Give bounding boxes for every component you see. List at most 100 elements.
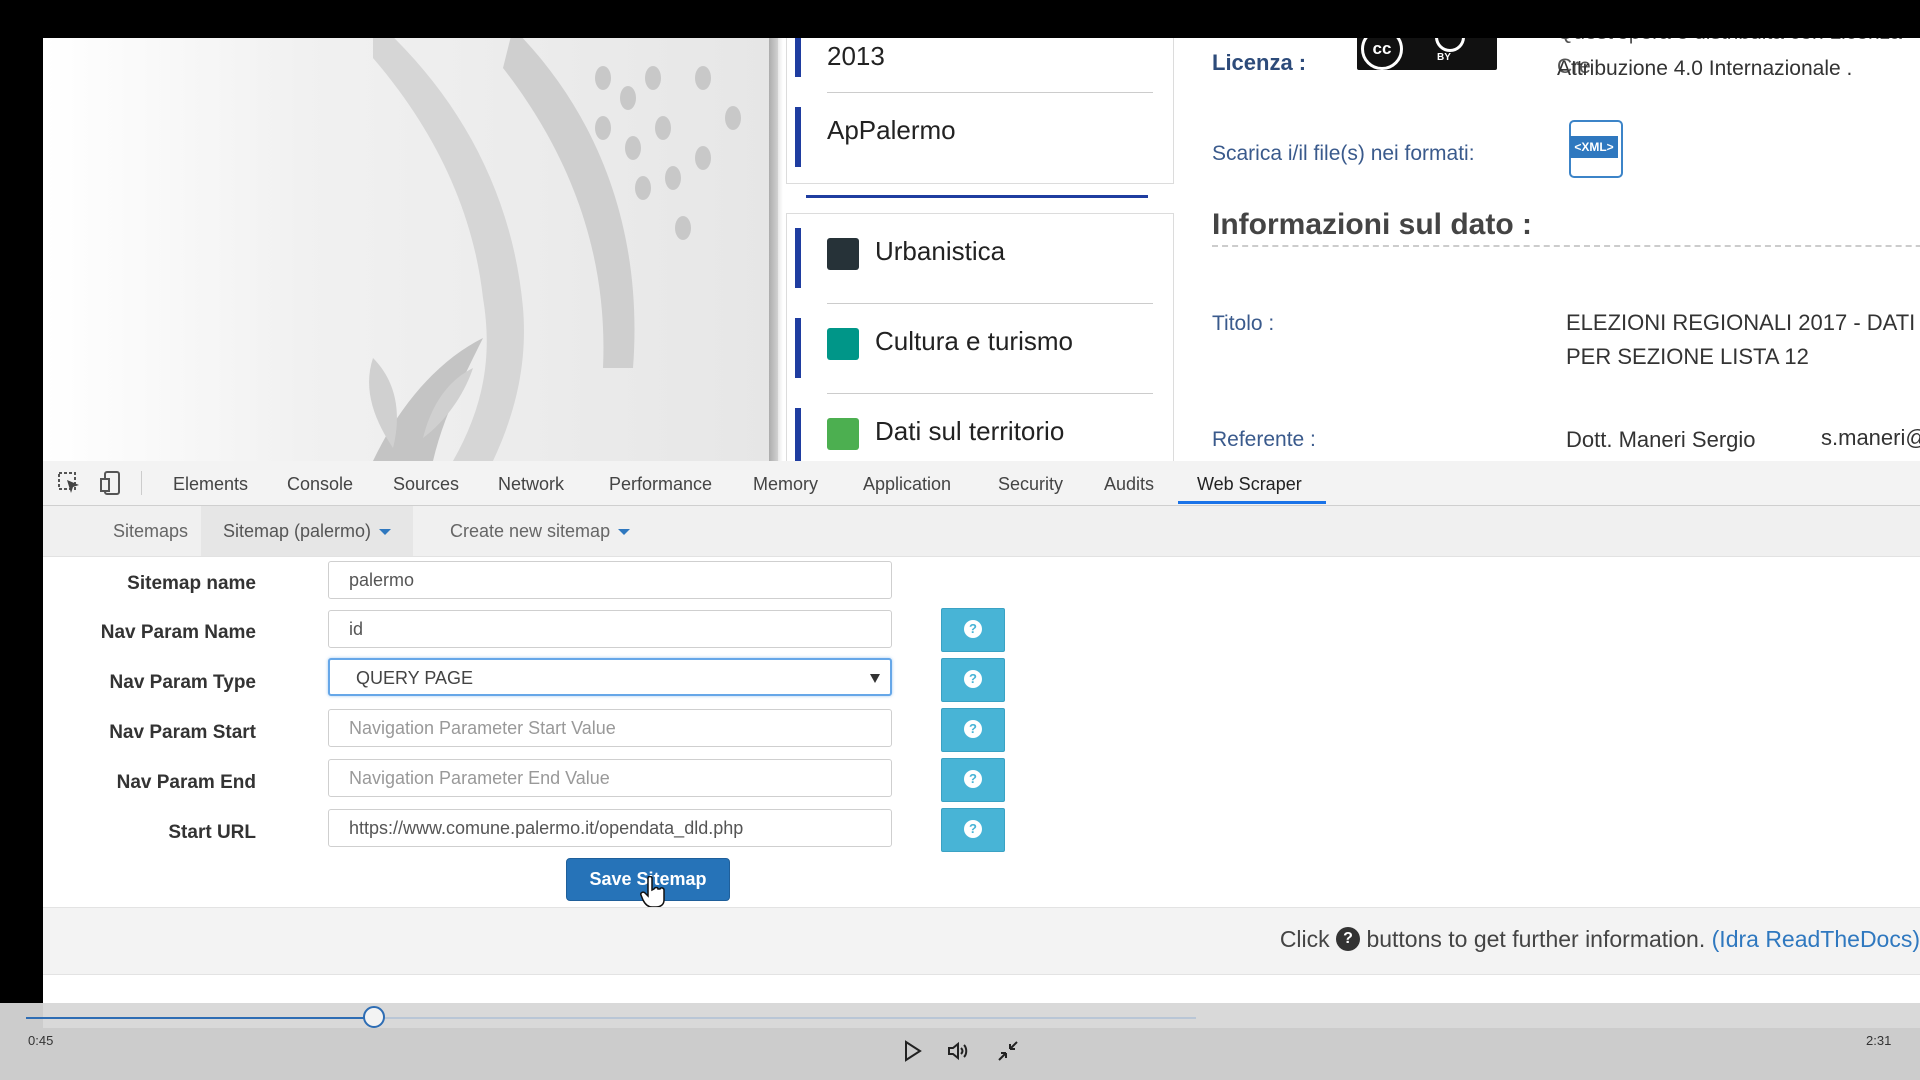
tab-web-scraper[interactable]: Web Scraper xyxy=(1197,474,1302,495)
question-icon: ? xyxy=(964,770,982,788)
titolo-label: Titolo : xyxy=(1212,312,1275,335)
sidebar-item-marker xyxy=(795,107,801,167)
titolo-value-line1: ELEZIONI REGIONALI 2017 - DATI F xyxy=(1566,310,1920,335)
sidebar-divider xyxy=(806,195,1148,198)
sidebar-list-upper: 2013 ApPalermo xyxy=(786,38,1174,184)
device-toolbar-icon[interactable] xyxy=(99,471,125,495)
scraper-nav: Sitemaps Sitemap (palermo) Create new si… xyxy=(43,506,1920,557)
start-url-label: Start URL xyxy=(168,822,256,843)
nav-param-type-label: Nav Param Type xyxy=(109,672,256,693)
inspect-element-icon[interactable] xyxy=(57,471,83,495)
nav-sitemaps-label: Sitemaps xyxy=(113,521,189,541)
license-label: Licenza : xyxy=(1212,50,1307,75)
titolo-value-line2: PER SEZIONE LISTA 12 xyxy=(1566,344,1809,369)
category-cultura-turismo[interactable]: Cultura e turismo xyxy=(787,304,1173,394)
help-button-nav-param-name[interactable]: ? xyxy=(941,608,1005,652)
readthedocs-link[interactable]: (Idra ReadTheDocs) xyxy=(1712,926,1920,952)
help-button-nav-param-type[interactable]: ? xyxy=(941,658,1005,702)
referente-email[interactable]: s.maneri@co xyxy=(1821,421,1920,455)
help-button-nav-param-end[interactable]: ? xyxy=(941,758,1005,802)
nav-param-name-input[interactable]: id xyxy=(328,610,892,648)
heading-underline xyxy=(1212,245,1920,247)
xml-download-icon[interactable]: <XML> xyxy=(1569,120,1623,178)
sidebar-item[interactable]: ApPalermo xyxy=(787,93,1173,183)
start-url-input[interactable]: https://www.comune.palermo.it/opendata_d… xyxy=(328,809,892,847)
help-footer-text: Click ? buttons to get further informati… xyxy=(1280,926,1920,953)
xml-icon-label: <XML> xyxy=(1570,136,1618,158)
tab-performance[interactable]: Performance xyxy=(609,474,712,495)
tab-security[interactable]: Security xyxy=(998,474,1063,495)
tab-elements[interactable]: Elements xyxy=(173,474,248,495)
category-label: Dati sul territorio xyxy=(875,416,1065,446)
tab-application[interactable]: Application xyxy=(863,474,951,495)
info-heading: Informazioni sul dato : xyxy=(1212,208,1532,241)
question-icon: ? xyxy=(964,620,982,638)
dataset-info-panel: Licenza : cc BY Quest'opera è distribuit… xyxy=(1170,38,1920,461)
nav-param-end-label: Nav Param End xyxy=(116,772,256,793)
help-button-start-url[interactable]: ? xyxy=(941,808,1005,852)
question-icon: ? xyxy=(964,720,982,738)
nav-create-label: Create new sitemap xyxy=(450,521,611,541)
referente-name: Dott. Maneri Sergio xyxy=(1566,427,1756,452)
footer-middle: buttons to get further information. xyxy=(1366,926,1706,952)
category-color-square xyxy=(827,418,859,450)
question-circle-icon: ? xyxy=(1336,927,1361,951)
nav-sitemap-dropdown[interactable]: Sitemap (palermo) xyxy=(201,506,414,556)
seek-thumb[interactable] xyxy=(363,1006,386,1028)
nav-create-sitemap-dropdown[interactable]: Create new sitemap xyxy=(428,506,652,556)
category-marker xyxy=(795,228,801,288)
help-footer: Click ? buttons to get further informati… xyxy=(43,907,1920,975)
nav-param-start-label: Nav Param Start xyxy=(109,722,256,743)
help-button-nav-param-start[interactable]: ? xyxy=(941,708,1005,752)
category-marker xyxy=(795,318,801,378)
toolbar-separator xyxy=(141,471,142,495)
dropdown-arrow-icon xyxy=(870,674,880,683)
question-icon: ? xyxy=(964,820,982,838)
sidebar-item[interactable]: 2013 xyxy=(787,38,1173,93)
nav-param-type-select[interactable]: QUERY PAGE xyxy=(328,658,892,696)
category-label: Cultura e turismo xyxy=(875,326,1073,356)
hand-cursor-icon xyxy=(640,876,665,908)
question-icon: ? xyxy=(964,670,982,688)
sidebar-item-label: ApPalermo xyxy=(827,115,956,145)
sidebar-item-marker xyxy=(795,38,801,77)
nav-param-name-label: Nav Param Name xyxy=(100,622,256,643)
license-text: Attribuzione 4.0 Internazionale . xyxy=(1557,57,1853,80)
total-time: 2:31 xyxy=(1866,1033,1892,1048)
category-urbanistica[interactable]: Urbanistica xyxy=(787,214,1173,304)
cc-license-badge[interactable]: cc BY xyxy=(1357,38,1497,70)
tab-sources[interactable]: Sources xyxy=(393,474,459,495)
sitemap-name-label: Sitemap name xyxy=(127,573,256,594)
nav-param-start-input[interactable]: Navigation Parameter Start Value xyxy=(328,709,892,747)
tab-console[interactable]: Console xyxy=(287,474,353,495)
volume-icon[interactable] xyxy=(946,1039,970,1063)
person-icon xyxy=(1435,38,1465,52)
chevron-down-icon xyxy=(379,529,392,536)
tab-memory[interactable]: Memory xyxy=(753,474,818,495)
sidebar-item-label: 2013 xyxy=(827,41,885,71)
website-viewport: 2013 ApPalermo Urbanistica Cultura e tur… xyxy=(43,38,1920,461)
current-time: 0:45 xyxy=(28,1033,54,1048)
seek-bar-progress xyxy=(26,1017,374,1019)
tab-network[interactable]: Network xyxy=(498,474,564,495)
nav-sitemaps[interactable]: Sitemaps xyxy=(91,506,210,556)
sitemap-name-input[interactable]: palermo xyxy=(328,561,892,599)
devtools-panel: Elements Console Sources Network Perform… xyxy=(43,461,1920,1028)
city-emblem-image xyxy=(43,38,778,461)
nav-param-end-input[interactable]: Navigation Parameter End Value xyxy=(328,759,892,797)
nav-param-type-value: QUERY PAGE xyxy=(356,668,474,688)
category-dati-territorio[interactable]: Dati sul territorio xyxy=(787,394,1173,461)
seek-bar[interactable] xyxy=(26,1017,1196,1019)
tab-audits[interactable]: Audits xyxy=(1104,474,1154,495)
chevron-down-icon xyxy=(618,529,631,536)
devtools-tabbar: Elements Console Sources Network Perform… xyxy=(43,461,1920,506)
play-icon[interactable] xyxy=(900,1039,924,1063)
category-label: Urbanistica xyxy=(875,236,1006,266)
sidebar-categories: Urbanistica Cultura e turismo Dati sul t… xyxy=(786,213,1174,461)
cc-icon: cc xyxy=(1361,38,1403,70)
footer-prefix: Click xyxy=(1279,926,1330,952)
video-controls: 0:45 2:31 xyxy=(0,1003,1920,1080)
cc-by-label: BY xyxy=(1437,52,1451,63)
exit-fullscreen-icon[interactable] xyxy=(996,1039,1020,1063)
category-color-square xyxy=(827,328,859,360)
